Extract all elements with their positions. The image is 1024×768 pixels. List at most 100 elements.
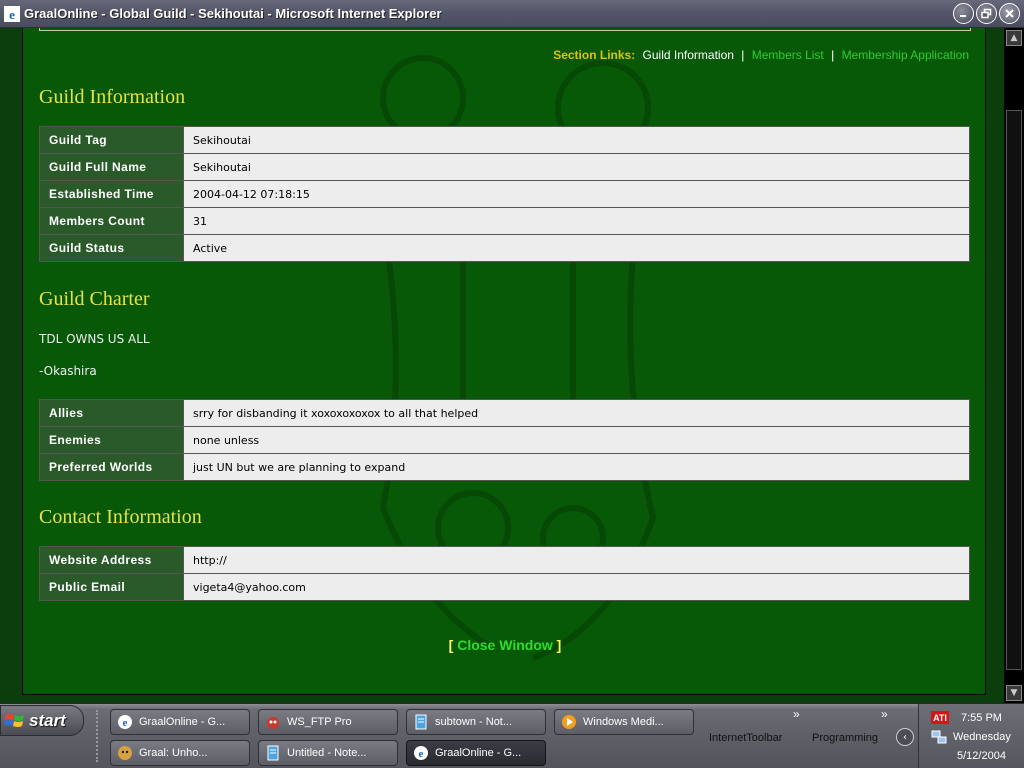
ie-icon: e: [4, 5, 20, 22]
svg-text:e: e: [419, 748, 424, 760]
row-label: Public Email: [39, 573, 184, 601]
table-row: Members Count 31: [39, 207, 970, 235]
taskbar-item-ws-ftp[interactable]: WS_FTP Pro: [258, 709, 398, 735]
system-tray: ATI 7:55 PM Wednesday 5/12/2004: [918, 704, 1024, 768]
restore-button[interactable]: [976, 3, 997, 24]
top-border: [39, 28, 971, 31]
taskbar-item-label: Untitled - Note...: [287, 747, 367, 759]
clock-time[interactable]: 7:55 PM: [961, 712, 1002, 724]
close-icon: [1005, 9, 1014, 18]
toolbar-programming[interactable]: Programming: [812, 732, 878, 744]
network-tray-icon[interactable]: [931, 729, 947, 745]
bracket-close: ]: [556, 637, 562, 653]
svg-text:ATI: ATI: [933, 713, 947, 723]
contact-information-heading: Contact Information: [39, 506, 202, 528]
section-links-label: Section Links:: [553, 48, 636, 62]
row-label: Guild Tag: [39, 126, 184, 154]
notepad-icon: [267, 745, 279, 761]
row-value: Sekihoutai: [183, 126, 970, 154]
taskbar-item-windows-media[interactable]: Windows Medi...: [554, 709, 694, 735]
table-row: Guild Tag Sekihoutai: [39, 126, 970, 154]
taskbar-item-label: Graal: Unho...: [139, 747, 208, 759]
table-row: Preferred Worlds just UN but we are plann…: [39, 453, 970, 481]
scrollbar-thumb[interactable]: [1006, 110, 1022, 670]
row-label: Members Count: [39, 207, 184, 235]
taskbar: start e GraalOnline - G... WS_FTP Pro su…: [0, 703, 1024, 768]
table-row: Guild Full Name Sekihoutai: [39, 153, 970, 181]
section-link-membership-application[interactable]: Membership Application: [842, 48, 969, 62]
windows-logo-icon: [5, 713, 24, 727]
row-value: 2004-04-12 07:18:15: [183, 180, 970, 208]
taskbar-item-subtown-notepad[interactable]: subtown - Not...: [406, 709, 546, 735]
table-row: Guild Status Active: [39, 234, 970, 262]
close-button[interactable]: [999, 3, 1020, 24]
toolbar-internet[interactable]: InternetToolbar: [709, 732, 782, 744]
guild-charter-heading: Guild Charter: [39, 288, 150, 310]
window-controls: [953, 3, 1020, 24]
svg-text:e: e: [123, 717, 128, 729]
table-row: Enemies none unless: [39, 426, 970, 454]
section-links: Section Links: Guild Information | Membe…: [553, 48, 969, 62]
row-label: Allies: [39, 399, 184, 427]
taskbar-item-graalonline-active[interactable]: e GraalOnline - G...: [406, 740, 546, 766]
row-value: vigeta4@yahoo.com: [183, 573, 970, 601]
clock-day: Wednesday: [953, 731, 1011, 743]
row-label: Preferred Worlds: [39, 453, 184, 481]
taskbar-item-label: GraalOnline - G...: [139, 716, 226, 728]
start-button[interactable]: start: [0, 705, 84, 736]
window-titlebar[interactable]: e GraalOnline - Global Guild - Sekihouta…: [0, 0, 1024, 28]
notepad-icon: [415, 714, 427, 730]
chevron-down-icon: ▼: [1010, 688, 1018, 698]
charter-signature: -Okashira: [39, 364, 97, 378]
graal-icon: [118, 746, 132, 760]
taskbar-item-label: Windows Medi...: [583, 716, 664, 728]
row-label: Website Address: [39, 546, 184, 574]
table-row: Public Email vigeta4@yahoo.com: [39, 573, 970, 601]
link-separator: |: [741, 48, 745, 62]
row-value: srry for disbanding it xoxoxoxoxox to al…: [183, 399, 970, 427]
section-link-members-list[interactable]: Members List: [752, 48, 824, 62]
taskbar-item-graal-unholy[interactable]: Graal: Unho...: [110, 740, 250, 766]
chevron-right-icon[interactable]: »: [881, 707, 888, 721]
ie-icon: e: [414, 746, 428, 760]
scroll-up-button[interactable]: ▲: [1006, 30, 1022, 46]
table-row: Allies srry for disbanding it xoxoxoxoxox…: [39, 399, 970, 427]
charter-line: TDL OWNS US ALL: [39, 332, 150, 346]
row-value: 31: [183, 207, 970, 235]
minimize-button[interactable]: [953, 3, 974, 24]
chevron-up-icon: ▲: [1010, 33, 1018, 43]
close-window-control: [ Close Window ]: [23, 637, 985, 653]
row-label: Enemies: [39, 426, 184, 454]
contact-information-table: Website Address http:// Public Email viget…: [39, 546, 970, 601]
ati-tray-icon[interactable]: ATI: [931, 711, 949, 724]
clock-date: 5/12/2004: [957, 750, 1006, 762]
guild-relations-table: Allies srry for disbanding it xoxoxoxoxox…: [39, 399, 970, 481]
row-label: Guild Status: [39, 234, 184, 262]
guild-information-table: Guild Tag Sekihoutai Guild Full Name Sekih…: [39, 126, 970, 262]
svg-text:e: e: [9, 7, 15, 22]
row-value: http://: [183, 546, 970, 574]
section-link-guild-information: Guild Information: [642, 48, 734, 62]
chevron-right-icon[interactable]: »: [793, 707, 800, 721]
minimize-icon: [960, 15, 966, 17]
table-row: Website Address http://: [39, 546, 970, 574]
taskbar-item-graalonline[interactable]: e GraalOnline - G...: [110, 709, 250, 735]
vertical-scrollbar[interactable]: ▲ ▼: [1004, 28, 1024, 703]
guild-information-heading: Guild Information: [39, 86, 186, 108]
row-value: none unless: [183, 426, 970, 454]
scroll-down-button[interactable]: ▼: [1006, 685, 1022, 701]
show-hidden-icons-button[interactable]: ‹: [896, 728, 914, 746]
browser-viewport: Section Links: Guild Information | Membe…: [0, 28, 1004, 703]
start-label: start: [29, 710, 66, 730]
row-value: Active: [183, 234, 970, 262]
link-separator: |: [831, 48, 835, 62]
row-value: Sekihoutai: [183, 153, 970, 181]
window-title: GraalOnline - Global Guild - Sekihoutai …: [24, 6, 442, 21]
chevron-left-icon: ‹: [903, 731, 907, 743]
row-label: Established Time: [39, 180, 184, 208]
taskbar-item-untitled-notepad[interactable]: Untitled - Note...: [258, 740, 398, 766]
close-window-link[interactable]: Close Window: [457, 637, 553, 653]
row-label: Guild Full Name: [39, 153, 184, 181]
bracket-open: [: [448, 637, 454, 653]
table-row: Established Time 2004-04-12 07:18:15: [39, 180, 970, 208]
